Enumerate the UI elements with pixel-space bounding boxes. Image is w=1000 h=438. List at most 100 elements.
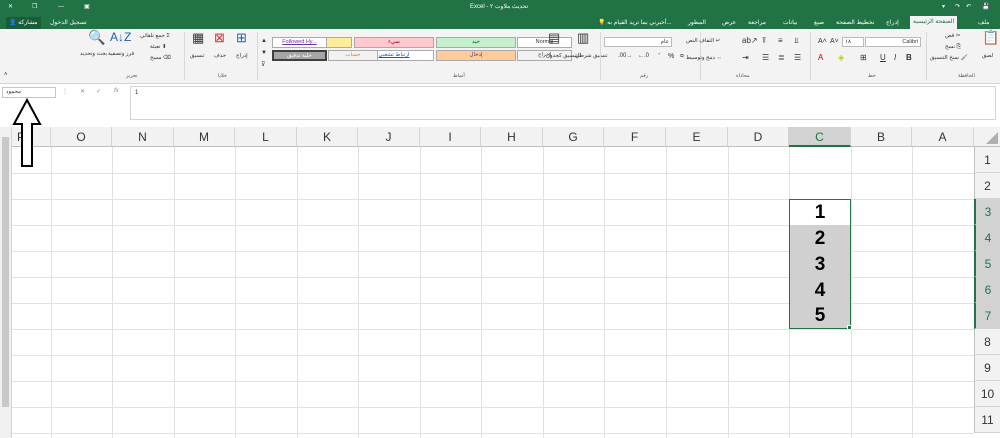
paste-button[interactable]: لصق <box>982 53 993 60</box>
autosum-button[interactable]: جمع تلقائي Σ <box>140 33 170 40</box>
formula-input[interactable]: 1 <box>130 86 996 120</box>
insert-function-icon[interactable]: fx <box>114 88 119 94</box>
find-select-button[interactable]: بحث وتحديد <box>80 51 107 58</box>
fill-button[interactable]: تعبئة ⬇ <box>150 44 167 51</box>
tab-developer[interactable]: المطور <box>688 17 706 29</box>
customize-qat-icon[interactable]: ▾ <box>942 3 945 11</box>
grow-font-icon[interactable]: A˄ <box>818 37 827 46</box>
row-header-1[interactable]: 1 <box>974 147 1000 173</box>
cut-button[interactable]: قص ✂ <box>945 33 961 40</box>
find-icon[interactable]: 🔍 <box>88 30 105 44</box>
tab-formulas[interactable]: صيغ <box>814 17 824 29</box>
column-header-h[interactable]: H <box>481 127 543 147</box>
row-header-11[interactable]: 11 <box>974 407 1000 433</box>
vertical-scrollbar[interactable] <box>0 127 12 438</box>
increase-decimal-icon[interactable]: ←.0 <box>638 53 649 60</box>
borders-icon[interactable]: ⊞ <box>860 53 867 62</box>
row-header-7[interactable]: 7 <box>974 303 1000 329</box>
collapse-ribbon-icon[interactable]: ˄ <box>4 71 8 80</box>
font-size-combo[interactable]: ١٨ <box>842 37 864 47</box>
tell-me-search[interactable]: 💡 أخبرني بما تريد القيام به... <box>598 17 672 29</box>
column-header-l[interactable]: L <box>235 127 297 147</box>
font-color-icon[interactable]: A <box>818 53 823 62</box>
tab-insert[interactable]: إدراج <box>886 17 899 29</box>
row-header-2[interactable]: 2 <box>974 173 1000 199</box>
column-header-b[interactable]: B <box>851 127 912 147</box>
tab-file[interactable]: ملف <box>978 17 989 29</box>
tab-page-layout[interactable]: تخطيط الصفحة <box>836 17 874 29</box>
row-header-5[interactable]: 5 <box>974 251 1000 277</box>
cell-c7[interactable]: 5 <box>789 304 851 328</box>
column-header-j[interactable]: J <box>358 127 420 147</box>
gallery-up-icon[interactable]: ▲ <box>261 37 267 46</box>
sort-filter-icon[interactable]: A↓Z <box>110 31 131 43</box>
save-icon[interactable]: 💾 <box>982 3 989 11</box>
delete-cells-button[interactable]: حذف <box>214 53 226 60</box>
style-good[interactable]: جيد <box>436 37 516 48</box>
sort-filter-button[interactable]: فرز وتصفية <box>108 51 134 58</box>
column-header-i[interactable]: I <box>420 127 481 147</box>
format-cells-icon[interactable]: ▦ <box>192 31 204 44</box>
tab-home[interactable]: الصفحة الرئيسية <box>910 16 958 29</box>
insert-cells-button[interactable]: إدراج <box>236 53 248 60</box>
comma-style-icon[interactable]: ٬ <box>658 53 660 60</box>
tab-data[interactable]: بيانات <box>783 17 797 29</box>
gallery-down-icon[interactable]: ▼ <box>261 49 267 58</box>
signin-link[interactable]: تسجيل الدخول <box>50 17 87 29</box>
align-middle-icon[interactable]: ≡ <box>778 36 783 45</box>
column-header-a[interactable]: A <box>912 127 974 147</box>
cell-c6[interactable]: 4 <box>789 278 851 303</box>
gallery-more-icon[interactable]: ⊽ <box>261 61 265 70</box>
align-center-icon[interactable]: ≣ <box>778 53 785 62</box>
wrap-text-button[interactable]: التفاف النص ↵ <box>686 38 720 45</box>
cancel-icon[interactable]: ✕ <box>80 88 85 95</box>
insert-cells-icon[interactable]: ⊞ <box>236 31 247 44</box>
font-name-combo[interactable]: Calibri <box>865 37 921 47</box>
tab-review[interactable]: مراجعة <box>748 17 766 29</box>
column-header-e[interactable]: E <box>666 127 728 147</box>
column-header-c[interactable]: C <box>789 127 851 147</box>
indent-icon[interactable]: ⇥ <box>742 53 749 62</box>
align-bottom-icon[interactable]: ⫫ <box>794 36 799 45</box>
style-input[interactable]: إدخال <box>436 50 516 61</box>
fill-color-icon[interactable]: ◈ <box>838 53 844 62</box>
share-button[interactable]: 👤 مشاركة <box>6 17 41 29</box>
fill-handle[interactable] <box>847 325 852 330</box>
underline-icon[interactable]: U <box>880 53 886 62</box>
currency-icon[interactable]: ¤ <box>680 53 684 60</box>
style-bad[interactable]: سيء <box>354 37 434 48</box>
scroll-thumb[interactable] <box>2 137 9 407</box>
column-header-f[interactable]: F <box>604 127 666 147</box>
column-header-n[interactable]: N <box>112 127 174 147</box>
conditional-format-icon[interactable]: ▥ <box>577 31 589 44</box>
row-header-8[interactable]: 8 <box>974 329 1000 355</box>
column-header-o[interactable]: O <box>51 127 112 147</box>
format-as-table-icon[interactable]: ▤ <box>548 31 560 44</box>
delete-cells-icon[interactable]: ⊠ <box>214 31 225 44</box>
row-header-4[interactable]: 4 <box>974 225 1000 251</box>
style-check-cell[interactable]: خلية تدقيق <box>272 50 327 61</box>
align-top-icon[interactable]: ⫪ <box>762 36 767 45</box>
minimize-icon[interactable]: — <box>58 3 64 11</box>
copy-button[interactable]: نسخ ⎘ <box>945 44 961 51</box>
style-calculation[interactable]: حساب <box>328 50 378 61</box>
align-right-icon[interactable]: ☰ <box>794 53 801 62</box>
decrease-decimal-icon[interactable]: .00→ <box>618 53 632 60</box>
paste-icon[interactable]: 📋 <box>982 30 999 44</box>
style-followed-hyperlink[interactable]: Followed Hy... <box>272 37 327 48</box>
select-all-corner[interactable] <box>974 127 1000 147</box>
column-header-k[interactable]: K <box>297 127 358 147</box>
align-left-icon[interactable]: ☰ <box>762 53 769 62</box>
row-header-10[interactable]: 10 <box>974 381 1000 407</box>
column-header-m[interactable]: M <box>174 127 235 147</box>
undo-icon[interactable]: ↶ <box>966 3 971 11</box>
close-icon[interactable]: ✕ <box>8 3 13 11</box>
name-box[interactable]: محمود <box>2 87 56 98</box>
cell-c4[interactable]: 2 <box>789 226 851 251</box>
italic-icon[interactable]: I <box>894 53 896 62</box>
format-painter-button[interactable]: نسخ التنسيق 🖌 <box>930 55 968 62</box>
tab-view[interactable]: عرض <box>722 17 736 29</box>
row-header-3[interactable]: 3 <box>974 199 1000 225</box>
percent-icon[interactable]: % <box>668 53 674 60</box>
orientation-icon[interactable]: ab↗ <box>742 36 758 45</box>
